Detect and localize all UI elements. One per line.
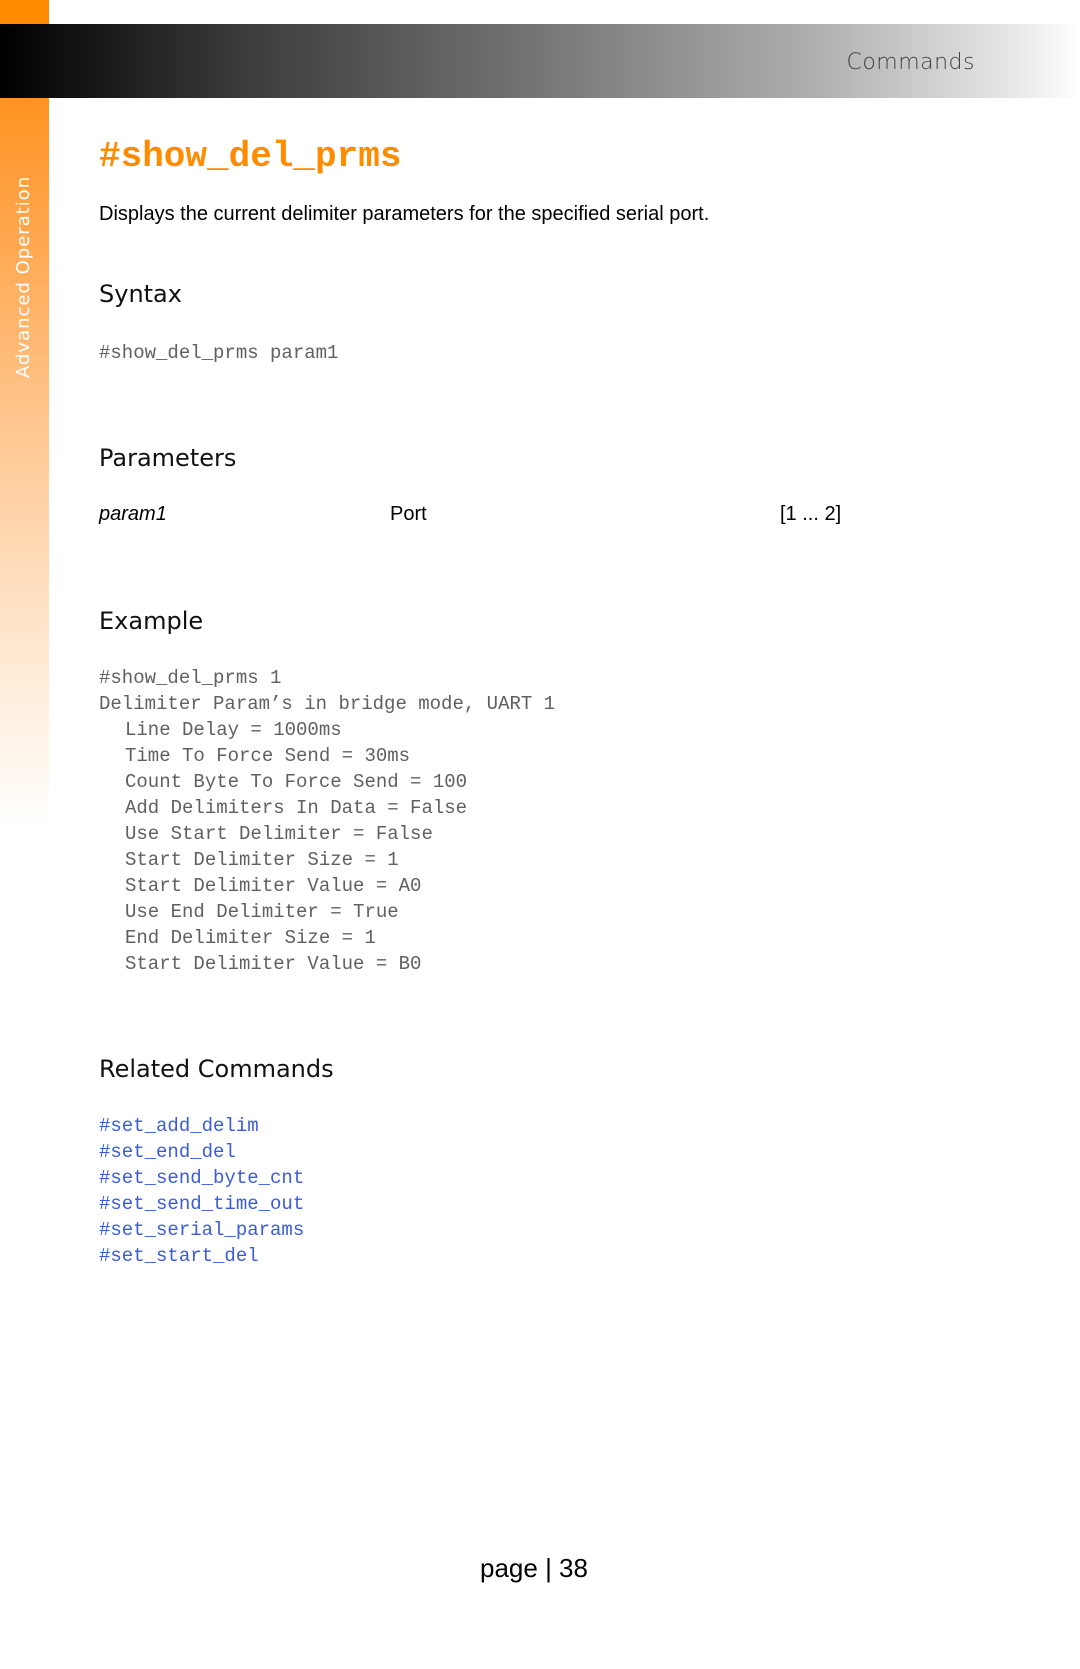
command-description: Displays the current delimiter parameter… [99, 203, 710, 225]
example-line: Start Delimiter Value = B0 [125, 953, 422, 975]
example-heading: Example [99, 607, 204, 635]
page-number: page | 38 [480, 1553, 588, 1583]
related-command-link[interactable]: #set_end_del [99, 1139, 304, 1165]
example-line: Use End Delimiter = True [125, 901, 399, 923]
example-line: Line Delay = 1000ms [125, 719, 342, 741]
chapter-label: Advanced Operation [13, 175, 34, 378]
parameter-description: Port [390, 503, 427, 525]
related-command-link[interactable]: #set_send_byte_cnt [99, 1165, 304, 1191]
command-title: #show_del_prms [99, 136, 402, 177]
top-orange-tab [0, 0, 49, 24]
example-code-block: #show_del_prms 1 Delimiter Param’s in bri… [99, 665, 555, 977]
related-command-link[interactable]: #set_add_delim [99, 1113, 304, 1139]
example-line: Count Byte To Force Send = 100 [125, 771, 468, 793]
example-line: Delimiter Param’s in bridge mode, UART 1 [99, 693, 556, 715]
example-line: #show_del_prms 1 [99, 667, 282, 689]
parameter-row: param1 Port [1 ... 2] [99, 503, 859, 529]
example-line: Add Delimiters In Data = False [125, 797, 468, 819]
related-commands-list: #set_add_delim #set_end_del #set_send_byte… [99, 1113, 304, 1269]
related-commands-heading: Related Commands [99, 1055, 334, 1083]
related-command-link[interactable]: #set_serial_params [99, 1217, 304, 1243]
related-command-link[interactable]: #set_start_del [99, 1243, 304, 1269]
related-command-link[interactable]: #set_send_time_out [99, 1191, 304, 1217]
syntax-code: #show_del_prms param1 [99, 342, 339, 364]
parameter-range: [1 ... 2] [780, 503, 842, 525]
example-line: Start Delimiter Size = 1 [125, 849, 399, 871]
page-header-bar: Commands [0, 24, 1080, 98]
example-line: Time To Force Send = 30ms [125, 745, 411, 767]
example-line: Use Start Delimiter = False [125, 823, 433, 845]
example-line: Start Delimiter Value = A0 [125, 875, 422, 897]
syntax-heading: Syntax [99, 280, 182, 308]
example-line: End Delimiter Size = 1 [125, 927, 376, 949]
parameter-name: param1 [99, 503, 167, 525]
parameters-heading: Parameters [99, 444, 237, 472]
section-title: Commands [846, 50, 975, 75]
